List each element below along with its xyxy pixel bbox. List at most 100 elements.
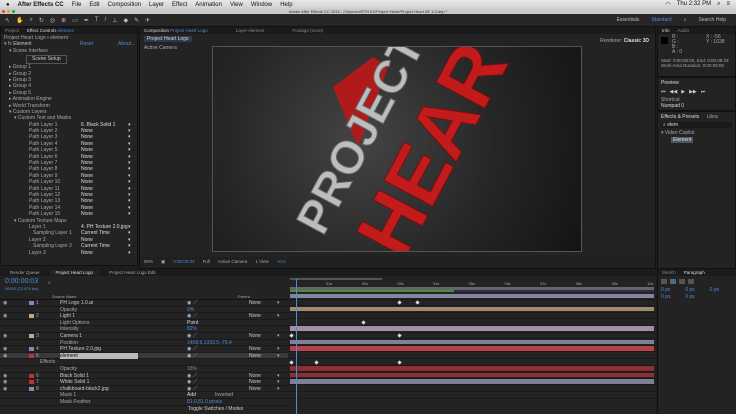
label-color[interactable] <box>29 387 34 392</box>
label-color[interactable] <box>29 380 34 385</box>
track-row[interactable] <box>288 359 656 366</box>
tab-composition[interactable]: Composition Project Heart Logo <box>144 28 208 33</box>
current-time[interactable]: 0:00:00:03 <box>173 259 194 264</box>
camera-tool-icon[interactable]: ◎ <box>50 17 55 24</box>
layer-row[interactable]: Position 1408.5,1333.5,-79.4 <box>0 340 288 347</box>
parent-dropdown[interactable]: None <box>249 333 261 340</box>
shortcut-dropdown[interactable]: Numpad 0 <box>661 103 732 109</box>
indent-right[interactable]: 0 px <box>685 287 708 293</box>
menu-animation[interactable]: Animation <box>195 2 222 8</box>
layer-row[interactable]: Mask Feather 81.0,81.0 pixels <box>0 399 288 406</box>
layer-duration-bar[interactable] <box>290 293 654 299</box>
rectangle-tool-icon[interactable]: ▭ <box>72 17 78 24</box>
workspace-essentials[interactable]: Essentials <box>617 17 640 23</box>
visibility-eye-icon[interactable]: ◉ <box>3 346 7 353</box>
pen-tool-icon[interactable]: ✒ <box>84 17 89 24</box>
align-right-icon[interactable] <box>679 279 685 284</box>
timeline-tracks[interactable]: 01s 02s 03s 04s 05s 06s 07s 08s 09s 10s <box>288 276 656 414</box>
track-row[interactable] <box>288 352 656 359</box>
search-help[interactable]: Search Help <box>698 17 726 23</box>
apple-icon[interactable]: ● <box>6 2 10 8</box>
tab-effect-controls[interactable]: Effect Controls element <box>27 28 74 33</box>
rotate-tool-icon[interactable]: ↻ <box>39 17 44 24</box>
parent-dropdown[interactable]: None <box>249 300 261 307</box>
tab-audio[interactable]: Audio <box>678 28 690 33</box>
notification-icon[interactable]: ≡ <box>726 1 730 8</box>
property-value[interactable]: 81.0,81.0 pixels <box>187 399 222 406</box>
label-color[interactable] <box>29 347 34 352</box>
align-left-icon[interactable] <box>661 279 667 284</box>
track-row[interactable] <box>288 326 656 333</box>
tab-footage[interactable]: Footage (none) <box>292 28 323 33</box>
layer-row[interactable]: Opacity 18% <box>0 366 288 373</box>
keyframe[interactable] <box>397 360 402 365</box>
label-color[interactable] <box>29 373 34 378</box>
magnification-dropdown[interactable]: 50% <box>144 259 153 264</box>
track-row[interactable] <box>288 392 656 399</box>
layer-row[interactable]: ◉ 5 element ◉ ／ None ▾ <box>0 352 288 360</box>
indent-left[interactable]: 0 px <box>661 287 684 293</box>
layer-duration-bar[interactable] <box>290 306 654 312</box>
category-video-copilot[interactable]: ▾ Video Copilot <box>661 130 732 136</box>
property-value[interactable]: Add <box>187 392 196 399</box>
property-value[interactable]: Point <box>187 320 198 327</box>
last-frame-icon[interactable]: ⏭ <box>701 89 706 95</box>
layer-row[interactable]: ◉ 4 PH Texture 2.0.jpg ◉ ／ None ▾ <box>0 346 288 353</box>
menu-app[interactable]: After Effects CC <box>18 2 64 8</box>
parent-dropdown[interactable]: None <box>249 373 261 380</box>
track-row[interactable] <box>288 300 656 307</box>
layer-row[interactable]: Opacity 0% <box>0 307 288 314</box>
label-color[interactable] <box>29 334 34 339</box>
parent-dropdown[interactable]: None <box>249 379 261 386</box>
layer-duration-bar[interactable] <box>290 346 654 351</box>
tab-paragraph[interactable]: Paragraph <box>684 270 705 275</box>
layer-duration-bar[interactable] <box>290 339 654 345</box>
selection-tool-icon[interactable]: ↖ <box>5 17 10 24</box>
track-row[interactable] <box>288 313 656 320</box>
parent-dropdown[interactable]: None <box>249 346 261 353</box>
tab-info[interactable]: Info <box>662 28 670 33</box>
keyframe[interactable] <box>361 320 366 325</box>
track-row[interactable] <box>288 366 656 373</box>
visibility-eye-icon[interactable]: ◉ <box>3 353 7 360</box>
tab-libraries[interactable]: Libra <box>707 114 718 120</box>
layer-row[interactable]: ◉ 6 Black Solid 1 ◉ ／ None ▾ <box>0 373 288 380</box>
tab-project-heart-logo-edit[interactable]: Project Heart Logo Edit <box>109 270 156 275</box>
effects-search-input[interactable]: ⌕ elem <box>661 122 732 128</box>
track-row[interactable] <box>288 293 656 300</box>
layer-duration-bar[interactable] <box>290 379 654 384</box>
keyframe[interactable] <box>289 333 294 338</box>
layer-duration-bar[interactable] <box>290 366 654 371</box>
space-before[interactable]: 0 px <box>661 294 684 300</box>
property-value[interactable]: 18% <box>187 366 197 373</box>
visibility-eye-icon[interactable]: ◉ <box>3 373 7 380</box>
visibility-eye-icon[interactable]: ◉ <box>3 379 7 386</box>
tab-project-heart-logo[interactable]: Project Heart Logo <box>49 270 100 275</box>
layer-row[interactable]: Effects <box>0 359 288 366</box>
property-value[interactable]: 0% <box>187 307 194 314</box>
keyframe[interactable] <box>397 333 402 338</box>
composition-viewer[interactable]: PROJECT HEART <box>212 46 582 252</box>
view-dropdown[interactable]: Active Camera <box>218 259 248 264</box>
layer-row[interactable]: ◉ 7 White Solid 1 ◉ ／ None ▾ <box>0 379 288 386</box>
layer-row[interactable]: ◉ 2 Light 1 ◉ ／ None ▾ <box>0 313 288 320</box>
minimize-icon[interactable] <box>7 10 10 13</box>
current-time-indicator[interactable] <box>296 279 297 414</box>
layer-row[interactable]: Light Options Point <box>0 320 288 327</box>
parent-dropdown[interactable]: None <box>249 386 261 393</box>
eraser-tool-icon[interactable]: ◆ <box>123 17 128 24</box>
visibility-eye-icon[interactable]: ◉ <box>3 313 7 320</box>
menu-composition[interactable]: Composition <box>108 2 141 8</box>
menu-effect[interactable]: Effect <box>172 2 187 8</box>
menu-edit[interactable]: Edit <box>89 2 99 8</box>
renderer-value[interactable]: Classic 3D <box>624 38 649 44</box>
align-center-icon[interactable] <box>670 279 676 284</box>
layer-row[interactable]: Intensity 82% <box>0 326 288 333</box>
label-color[interactable] <box>29 354 34 359</box>
layer-duration-bar[interactable] <box>290 326 654 332</box>
pan-behind-icon[interactable]: ⊕ <box>61 17 66 24</box>
track-row[interactable] <box>288 339 656 346</box>
space-after[interactable]: 0 px <box>685 294 708 300</box>
keyframe[interactable] <box>415 300 420 306</box>
texture-layer-dropdown[interactable]: None <box>81 250 93 256</box>
